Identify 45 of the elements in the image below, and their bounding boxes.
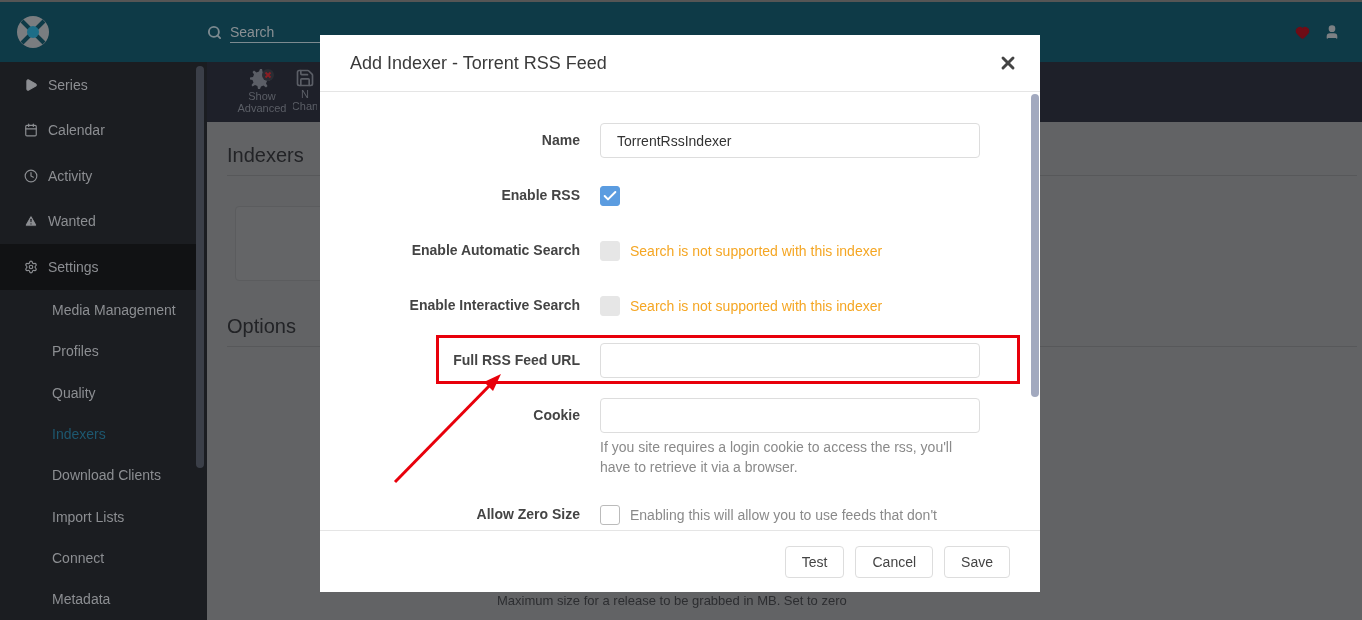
field-label: Allow Zero Size [475,505,581,524]
dialog-button[interactable]: Cancel [855,545,934,578]
scrollbar[interactable] [196,66,204,468]
logo-icon[interactable] [16,15,50,49]
field-label: Cookie [532,406,581,425]
dialog-button[interactable]: Save [944,545,1010,578]
dialog-button[interactable]: Test [784,545,845,578]
help-text: Enabling this will allow you to use feeds that don't [630,506,937,523]
sidebar-item[interactable]: Wanted [0,198,196,244]
search-field[interactable]: Search [230,21,330,43]
gear-icon [249,68,275,90]
checkbox[interactable] [600,504,620,525]
field-label: Enable Interactive Search [408,296,581,315]
calendar-icon [24,123,38,138]
sidebar-item[interactable]: Series [0,62,196,108]
warning-text: Search is not supported with this indexer [630,297,883,314]
sidebar-subitem[interactable]: Download Clients [0,454,196,496]
sidebar-subitem[interactable]: Media Management [0,289,196,331]
heart-icon[interactable] [1295,24,1310,40]
input-field[interactable] [600,343,980,378]
sidebar-item[interactable]: Calendar [0,107,196,153]
clock-icon [24,168,38,183]
sidebar-subitem[interactable]: Profiles [0,330,196,373]
save-icon [295,68,315,88]
checkbox[interactable] [600,185,620,206]
warning-icon [24,214,38,229]
sidebar-item[interactable]: Activity [0,153,196,199]
warning-text: Search is not supported with this indexer [630,242,883,259]
sidebar-subitem[interactable]: Connect [0,537,196,579]
sidebar-item[interactable]: Settings [0,244,196,290]
field-label: Full RSS Feed URL [452,351,581,370]
play-icon [24,77,38,92]
search-icon [207,24,222,40]
dialog-title: Add Indexer - Torrent RSS Feed [350,52,607,74]
sidebar-subitem[interactable]: Import Lists [0,496,196,538]
input-field[interactable] [600,398,980,433]
field-label: Enable RSS [500,186,581,205]
settings-icon [24,259,38,274]
input-field[interactable]: TorrentRssIndexer [600,123,980,158]
help-text: If you site requires a login cookie to access the rss, you'll have to retrieve it via a browser. [600,438,954,477]
sidebar-subitem[interactable]: Quality [0,372,196,414]
field-label: Enable Automatic Search [410,241,581,260]
scrollbar[interactable] [1031,94,1039,397]
sidebar-subitem[interactable]: Metadata [0,578,196,620]
user-icon[interactable] [1324,24,1340,40]
